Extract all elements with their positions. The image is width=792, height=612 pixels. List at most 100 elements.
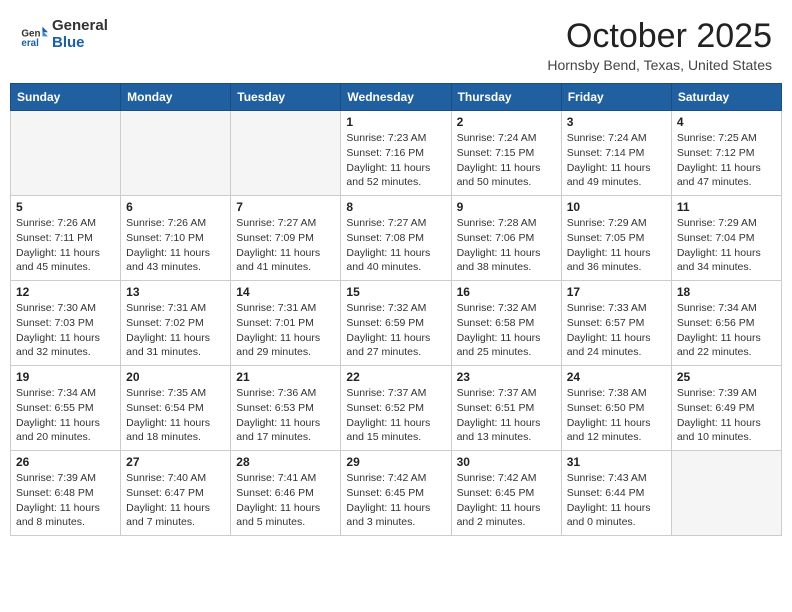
day-number: 29 [346,455,445,469]
day-number: 20 [126,370,225,384]
day-number: 4 [677,115,776,129]
day-info: Sunrise: 7:30 AMSunset: 7:03 PMDaylight:… [16,301,115,360]
calendar-cell: 31 Sunrise: 7:43 AMSunset: 6:44 PMDayligh… [561,451,671,536]
day-info: Sunrise: 7:43 AMSunset: 6:44 PMDaylight:… [567,471,666,530]
day-info: Sunrise: 7:28 AMSunset: 7:06 PMDaylight:… [457,216,556,275]
weekday-header-row: SundayMondayTuesdayWednesdayThursdayFrid… [11,84,782,111]
page-header: Gen eral General Blue October 2025 Horns… [10,10,782,77]
day-info: Sunrise: 7:38 AMSunset: 6:50 PMDaylight:… [567,386,666,445]
day-number: 17 [567,285,666,299]
day-info: Sunrise: 7:42 AMSunset: 6:45 PMDaylight:… [346,471,445,530]
week-row-1: 1Sunrise: 7:23 AMSunset: 7:16 PMDaylight… [11,111,782,196]
logo-icon: Gen eral [20,21,48,49]
calendar-cell [671,451,781,536]
calendar-cell: 25 Sunrise: 7:39 AMSunset: 6:49 PMDayligh… [671,366,781,451]
day-number: 24 [567,370,666,384]
day-number: 21 [236,370,335,384]
calendar-cell: 2 Sunrise: 7:24 AMSunset: 7:15 PMDaylight… [451,111,561,196]
day-info: Sunrise: 7:29 AMSunset: 7:05 PMDaylight:… [567,216,666,275]
day-info: Sunrise: 7:36 AMSunset: 6:53 PMDaylight:… [236,386,335,445]
month-title: October 2025 [547,18,772,55]
day-number: 31 [567,455,666,469]
calendar-cell: 5Sunrise: 7:26 AMSunset: 7:11 PMDaylight… [11,196,121,281]
day-number: 14 [236,285,335,299]
weekday-header-monday: Monday [121,84,231,111]
day-info: Sunrise: 7:29 AMSunset: 7:04 PMDaylight:… [677,216,776,275]
day-number: 19 [16,370,115,384]
day-info: Sunrise: 7:39 AMSunset: 6:49 PMDaylight:… [677,386,776,445]
week-row-5: 26Sunrise: 7:39 AMSunset: 6:48 PMDayligh… [11,451,782,536]
calendar-cell [121,111,231,196]
day-number: 27 [126,455,225,469]
day-info: Sunrise: 7:27 AMSunset: 7:08 PMDaylight:… [346,216,445,275]
calendar-cell: 24 Sunrise: 7:38 AMSunset: 6:50 PMDayligh… [561,366,671,451]
day-number: 8 [346,200,445,214]
day-info: Sunrise: 7:27 AMSunset: 7:09 PMDaylight:… [236,216,335,275]
day-number: 23 [457,370,556,384]
day-number: 15 [346,285,445,299]
day-number: 28 [236,455,335,469]
day-info: Sunrise: 7:41 AMSunset: 6:46 PMDaylight:… [236,471,335,530]
day-info: Sunrise: 7:26 AMSunset: 7:11 PMDaylight:… [16,216,115,275]
weekday-header-saturday: Saturday [671,84,781,111]
svg-text:eral: eral [21,38,39,49]
calendar-cell: 11 Sunrise: 7:29 AMSunset: 7:04 PMDayligh… [671,196,781,281]
day-number: 25 [677,370,776,384]
calendar-cell: 9Sunrise: 7:28 AMSunset: 7:06 PMDaylight… [451,196,561,281]
calendar-cell: 15Sunrise: 7:32 AMSunset: 6:59 PMDayligh… [341,281,451,366]
calendar-cell: 21 Sunrise: 7:36 AMSunset: 6:53 PMDayligh… [231,366,341,451]
day-number: 6 [126,200,225,214]
calendar-cell: 4 Sunrise: 7:25 AMSunset: 7:12 PMDaylight… [671,111,781,196]
day-number: 18 [677,285,776,299]
day-info: Sunrise: 7:34 AMSunset: 6:56 PMDaylight:… [677,301,776,360]
logo-general: General [52,18,108,35]
day-info: Sunrise: 7:31 AMSunset: 7:02 PMDaylight:… [126,301,225,360]
logo: Gen eral General Blue [20,18,108,51]
day-number: 3 [567,115,666,129]
day-info: Sunrise: 7:35 AMSunset: 6:54 PMDaylight:… [126,386,225,445]
calendar-cell: 8 Sunrise: 7:27 AMSunset: 7:08 PMDaylight… [341,196,451,281]
day-number: 7 [236,200,335,214]
day-info: Sunrise: 7:26 AMSunset: 7:10 PMDaylight:… [126,216,225,275]
calendar-cell: 22Sunrise: 7:37 AMSunset: 6:52 PMDayligh… [341,366,451,451]
logo-text: General Blue [52,18,108,51]
week-row-4: 19 Sunrise: 7:34 AMSunset: 6:55 PMDayligh… [11,366,782,451]
calendar-cell: 27Sunrise: 7:40 AMSunset: 6:47 PMDayligh… [121,451,231,536]
day-number: 30 [457,455,556,469]
day-number: 11 [677,200,776,214]
weekday-header-friday: Friday [561,84,671,111]
day-info: Sunrise: 7:34 AMSunset: 6:55 PMDaylight:… [16,386,115,445]
calendar-cell: 20 Sunrise: 7:35 AMSunset: 6:54 PMDayligh… [121,366,231,451]
day-number: 12 [16,285,115,299]
location: Hornsby Bend, Texas, United States [547,57,772,73]
calendar-cell: 19 Sunrise: 7:34 AMSunset: 6:55 PMDayligh… [11,366,121,451]
calendar-cell: 29 Sunrise: 7:42 AMSunset: 6:45 PMDayligh… [341,451,451,536]
day-info: Sunrise: 7:33 AMSunset: 6:57 PMDaylight:… [567,301,666,360]
calendar-cell [11,111,121,196]
calendar-cell: 16 Sunrise: 7:32 AMSunset: 6:58 PMDayligh… [451,281,561,366]
day-number: 2 [457,115,556,129]
calendar-cell: 28 Sunrise: 7:41 AMSunset: 6:46 PMDayligh… [231,451,341,536]
day-number: 16 [457,285,556,299]
day-info: Sunrise: 7:31 AMSunset: 7:01 PMDaylight:… [236,301,335,360]
day-info: Sunrise: 7:25 AMSunset: 7:12 PMDaylight:… [677,131,776,190]
title-block: October 2025 Hornsby Bend, Texas, United… [547,18,772,73]
calendar-cell: 10Sunrise: 7:29 AMSunset: 7:05 PMDayligh… [561,196,671,281]
calendar-cell: 12 Sunrise: 7:30 AMSunset: 7:03 PMDayligh… [11,281,121,366]
day-info: Sunrise: 7:24 AMSunset: 7:15 PMDaylight:… [457,131,556,190]
calendar-cell: 23Sunrise: 7:37 AMSunset: 6:51 PMDayligh… [451,366,561,451]
weekday-header-wednesday: Wednesday [341,84,451,111]
calendar-cell: 30 Sunrise: 7:42 AMSunset: 6:45 PMDayligh… [451,451,561,536]
calendar-table: SundayMondayTuesdayWednesdayThursdayFrid… [10,83,782,536]
day-info: Sunrise: 7:32 AMSunset: 6:58 PMDaylight:… [457,301,556,360]
weekday-header-tuesday: Tuesday [231,84,341,111]
calendar-cell: 1Sunrise: 7:23 AMSunset: 7:16 PMDaylight… [341,111,451,196]
calendar-cell: 17 Sunrise: 7:33 AMSunset: 6:57 PMDayligh… [561,281,671,366]
calendar-cell: 6 Sunrise: 7:26 AMSunset: 7:10 PMDaylight… [121,196,231,281]
day-info: Sunrise: 7:42 AMSunset: 6:45 PMDaylight:… [457,471,556,530]
calendar-cell: 14 Sunrise: 7:31 AMSunset: 7:01 PMDayligh… [231,281,341,366]
day-number: 26 [16,455,115,469]
day-info: Sunrise: 7:37 AMSunset: 6:52 PMDaylight:… [346,386,445,445]
day-number: 13 [126,285,225,299]
day-info: Sunrise: 7:24 AMSunset: 7:14 PMDaylight:… [567,131,666,190]
